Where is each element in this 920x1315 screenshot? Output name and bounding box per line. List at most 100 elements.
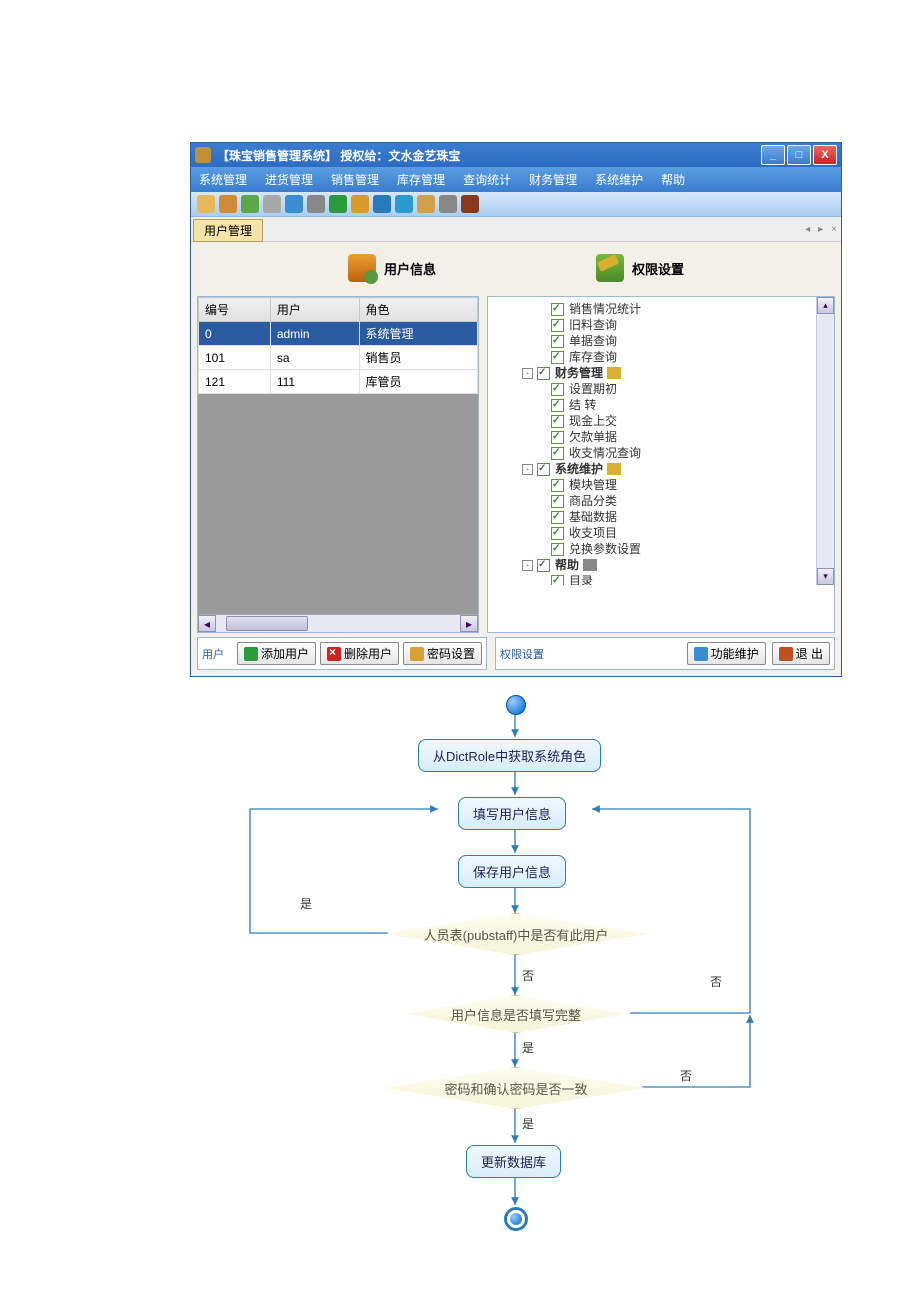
scroll-left-button[interactable]: ◂ [198, 615, 216, 632]
tab-prev[interactable]: ◂ [801, 224, 814, 235]
toolbar-icon-1[interactable] [197, 195, 215, 213]
label-yes-1: 是 [300, 895, 312, 912]
maximize-button[interactable]: □ [787, 145, 811, 165]
tree-node[interactable]: 收支情况查询 [506, 445, 834, 461]
app-icon [195, 147, 211, 163]
tree-node[interactable]: 设置期初 [506, 381, 834, 397]
tree-node[interactable]: 单据查询 [506, 333, 834, 349]
tab-user-mgmt[interactable]: 用户管理 [193, 219, 263, 242]
delete-user-button[interactable]: 删除用户 [320, 642, 399, 665]
scroll-thumb[interactable] [226, 616, 308, 631]
checkbox[interactable] [551, 415, 564, 428]
toolbar-icon-6[interactable] [307, 195, 325, 213]
tree-node[interactable]: 目录 [506, 573, 834, 585]
checkbox[interactable] [537, 367, 550, 380]
add-user-button[interactable]: 添加用户 [237, 642, 316, 665]
password-button[interactable]: 密码设置 [403, 642, 482, 665]
checkbox[interactable] [551, 495, 564, 508]
checkbox[interactable] [551, 351, 564, 364]
user-table: 编号 用户 角色 0admin系统管理101sa销售员121111库管员 [198, 297, 478, 394]
toolbar-icon-13[interactable] [461, 195, 479, 213]
checkbox[interactable] [551, 447, 564, 460]
table-row[interactable]: 0admin系统管理 [199, 322, 478, 346]
checkbox[interactable] [551, 319, 564, 332]
checkbox[interactable] [537, 463, 550, 476]
exit-button[interactable]: 退 出 [772, 642, 830, 665]
toolbar-icon-7[interactable] [329, 195, 347, 213]
users-icon [348, 254, 376, 282]
section-user-info[interactable]: 用户信息 [348, 254, 436, 282]
collapse-icon[interactable]: - [522, 464, 533, 475]
toolbar-icon-8[interactable] [351, 195, 369, 213]
checkbox[interactable] [551, 399, 564, 412]
scroll-down-button[interactable]: ▾ [817, 568, 834, 585]
folder-icon [607, 463, 621, 475]
tree-node[interactable]: -财务管理 [506, 365, 834, 381]
toolbar-icon-9[interactable] [373, 195, 391, 213]
menu-query[interactable]: 查询统计 [461, 169, 513, 190]
tree-node[interactable]: 销售情况统计 [506, 301, 834, 317]
col-id[interactable]: 编号 [199, 298, 271, 322]
menu-purchase[interactable]: 进货管理 [263, 169, 315, 190]
toolbar-icon-10[interactable] [395, 195, 413, 213]
toolbar-icon-2[interactable] [219, 195, 237, 213]
tree-label: 现金上交 [569, 413, 617, 429]
menu-inventory[interactable]: 库存管理 [395, 169, 447, 190]
tree-node[interactable]: 基础数据 [506, 509, 834, 525]
tree-node[interactable]: -系统维护 [506, 461, 834, 477]
collapse-icon[interactable]: - [522, 368, 533, 379]
checkbox[interactable] [551, 383, 564, 396]
toolbar-icon-3[interactable] [241, 195, 259, 213]
toolbar-icon-4[interactable] [263, 195, 281, 213]
scroll-up-button[interactable]: ▴ [817, 297, 834, 314]
checkbox[interactable] [551, 527, 564, 540]
tree-node[interactable]: 模块管理 [506, 477, 834, 493]
scroll-right-button[interactable]: ▸ [460, 615, 478, 632]
menu-finance[interactable]: 财务管理 [527, 169, 579, 190]
tab-close[interactable]: × [827, 224, 841, 235]
tree-node[interactable]: 欠款单据 [506, 429, 834, 445]
v-scrollbar[interactable]: ▴ ▾ [816, 297, 834, 585]
section-permission[interactable]: 权限设置 [596, 254, 684, 282]
checkbox[interactable] [551, 575, 564, 586]
tree-node[interactable]: 兑换参数设置 [506, 541, 834, 557]
checkbox[interactable] [551, 303, 564, 316]
tree-node[interactable]: -帮助 [506, 557, 834, 573]
tab-next[interactable]: ▸ [814, 224, 827, 235]
toolbar-icon-5[interactable] [285, 195, 303, 213]
tree-node[interactable]: 商品分类 [506, 493, 834, 509]
toolbar-icon-11[interactable] [417, 195, 435, 213]
checkbox[interactable] [551, 479, 564, 492]
permission-tree[interactable]: 销售情况统计旧料查询单据查询库存查询-财务管理设置期初结 转现金上交欠款单据收支… [488, 301, 834, 585]
checkbox[interactable] [551, 511, 564, 524]
col-user[interactable]: 用户 [270, 298, 359, 322]
menu-maintenance[interactable]: 系统维护 [593, 169, 645, 190]
function-maintain-button[interactable]: 功能维护 [687, 642, 766, 665]
tree-spacer [538, 305, 547, 314]
checkbox[interactable] [537, 559, 550, 572]
minimize-button[interactable]: _ [761, 145, 785, 165]
menu-sales[interactable]: 销售管理 [329, 169, 381, 190]
collapse-icon[interactable]: - [522, 560, 533, 571]
close-button[interactable]: X [813, 145, 837, 165]
tree-spacer [538, 385, 547, 394]
label-no-2: 否 [710, 973, 722, 990]
checkbox[interactable] [551, 431, 564, 444]
toolbar-icon-12[interactable] [439, 195, 457, 213]
cell-role: 系统管理 [359, 322, 477, 346]
tree-node[interactable]: 旧料查询 [506, 317, 834, 333]
table-row[interactable]: 121111库管员 [199, 370, 478, 394]
tree-node[interactable]: 现金上交 [506, 413, 834, 429]
table-row[interactable]: 101sa销售员 [199, 346, 478, 370]
tree-node[interactable]: 库存查询 [506, 349, 834, 365]
menu-help[interactable]: 帮助 [659, 169, 687, 190]
checkbox[interactable] [551, 335, 564, 348]
tree-label: 兑换参数设置 [569, 541, 641, 557]
col-role[interactable]: 角色 [359, 298, 477, 322]
tree-node[interactable]: 收支项目 [506, 525, 834, 541]
menu-system[interactable]: 系统管理 [197, 169, 249, 190]
tree-node[interactable]: 结 转 [506, 397, 834, 413]
tree-label: 模块管理 [569, 477, 617, 493]
h-scrollbar[interactable]: ◂ ▸ [198, 614, 478, 632]
checkbox[interactable] [551, 543, 564, 556]
